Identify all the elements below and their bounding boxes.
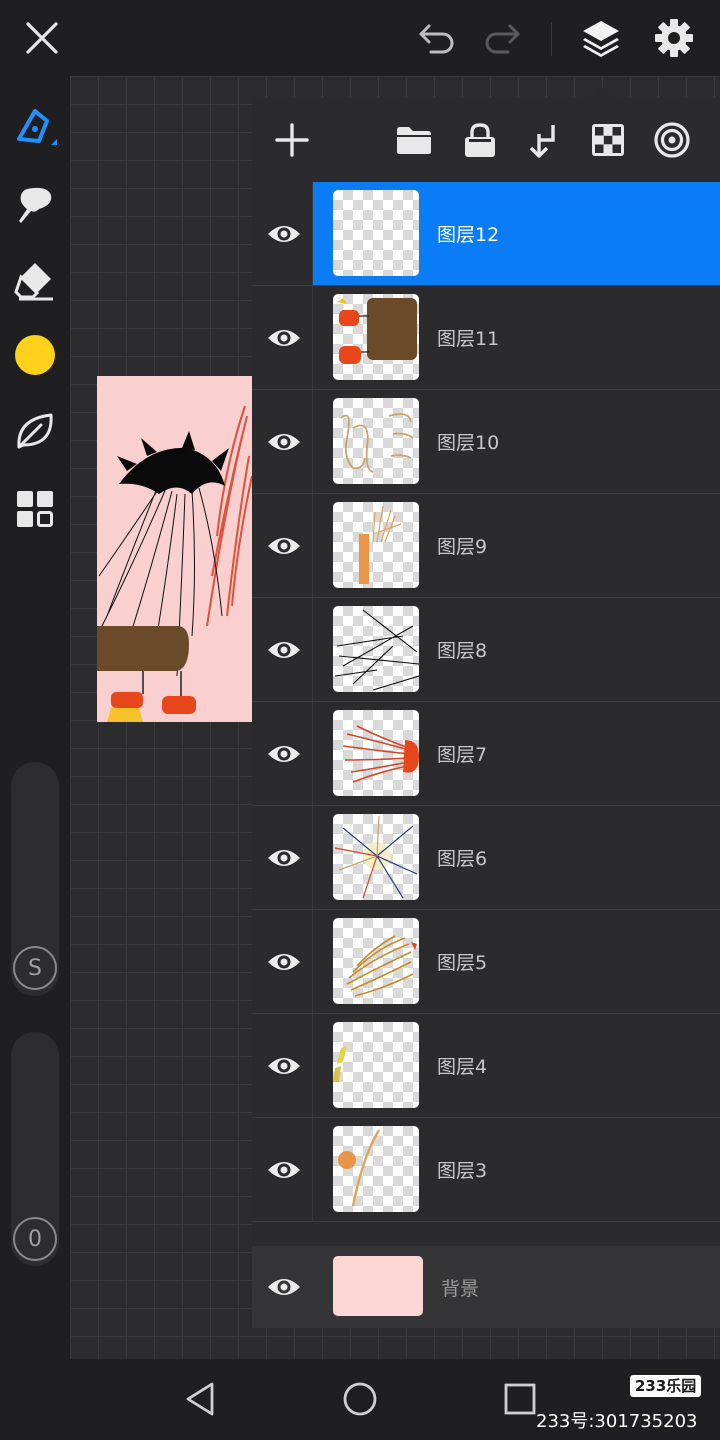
eye-icon[interactable] — [260, 834, 308, 882]
layer-name: 图层4 — [437, 1056, 488, 1078]
layer-name: 图层10 — [437, 432, 500, 454]
layer-name: 图层3 — [437, 1160, 488, 1182]
left-toolbar: S 0 — [0, 76, 70, 1359]
eye-icon[interactable] — [260, 730, 308, 778]
brush-size-slider[interactable]: S — [11, 762, 59, 996]
eraser-tool-icon[interactable] — [10, 256, 60, 306]
opacity-slider-knob[interactable]: 0 — [13, 1217, 57, 1261]
layers-list: 图层12 图层11 图层10 图层9 图层8 图层7 图层6 图层5 图层4 图层3 — [252, 182, 720, 1222]
eye-icon[interactable] — [260, 626, 308, 674]
layer-row[interactable]: 图层10 — [252, 390, 720, 494]
layer-thumbnail — [333, 294, 419, 380]
background-layer-label: 背景 — [441, 1278, 480, 1300]
layer-select-area[interactable]: 图层12 — [313, 182, 720, 285]
layer-row[interactable]: 图层8 — [252, 598, 720, 702]
home-icon[interactable] — [340, 1379, 380, 1419]
layer-thumbnail — [333, 606, 419, 692]
layers-panel: 图层12 图层11 图层10 图层9 图层8 图层7 图层6 图层5 图层4 图层3 — [252, 98, 720, 1328]
layer-select-area[interactable]: 图层7 — [313, 702, 720, 805]
redo-icon[interactable] — [478, 14, 526, 62]
background-thumbnail — [333, 1256, 423, 1316]
brush-tool-icon[interactable] — [10, 104, 60, 154]
merge-down-icon[interactable] — [522, 118, 566, 162]
eye-icon[interactable] — [260, 314, 308, 362]
layer-row[interactable]: 图层5 — [252, 910, 720, 1014]
layer-thumbnail — [333, 1022, 419, 1108]
layer-select-area[interactable]: 图层8 — [313, 598, 720, 701]
layer-select-area[interactable]: 图层3 — [313, 1118, 720, 1221]
eye-icon[interactable] — [260, 210, 308, 258]
eye-icon[interactable] — [260, 418, 308, 466]
layer-name: 图层9 — [437, 536, 488, 558]
opacity-slider[interactable]: 0 — [11, 1032, 59, 1266]
layer-name: 图层7 — [437, 744, 488, 766]
back-icon[interactable] — [180, 1379, 220, 1419]
layer-row[interactable]: 图层3 — [252, 1118, 720, 1222]
layers-icon[interactable] — [577, 14, 625, 62]
grid-menu-icon[interactable] — [10, 484, 60, 534]
layer-thumbnail — [333, 190, 419, 276]
smudge-tool-icon[interactable] — [10, 180, 60, 230]
color-picker-swatch[interactable] — [10, 330, 60, 380]
eye-icon[interactable] — [260, 1042, 308, 1090]
layer-row[interactable]: 图层6 — [252, 806, 720, 910]
layer-name: 图层12 — [437, 224, 500, 246]
layer-row[interactable]: 图层4 — [252, 1014, 720, 1118]
layer-row[interactable]: 图层9 — [252, 494, 720, 598]
layer-select-area[interactable]: 图层11 — [313, 286, 720, 389]
layer-row[interactable]: 图层12 — [252, 182, 720, 286]
layer-settings-icon[interactable] — [650, 118, 694, 162]
artwork-canvas[interactable] — [97, 376, 252, 722]
layer-row[interactable]: 图层7 — [252, 702, 720, 806]
layers-panel-toolbar — [252, 98, 720, 182]
top-bar — [0, 0, 720, 76]
toolbar-divider — [551, 22, 552, 56]
layer-select-area[interactable]: 图层10 — [313, 390, 720, 493]
layer-thumbnail — [333, 710, 419, 796]
gear-icon[interactable] — [650, 14, 698, 62]
layer-select-area[interactable]: 图层5 — [313, 910, 720, 1013]
layer-name: 图层5 — [437, 952, 488, 974]
layer-thumbnail — [333, 918, 419, 1004]
background-layer-row[interactable]: 背景 — [252, 1246, 720, 1328]
layer-row[interactable]: 图层11 — [252, 286, 720, 390]
layer-name: 图层8 — [437, 640, 488, 662]
layer-thumbnail — [333, 398, 419, 484]
layer-select-area[interactable]: 图层9 — [313, 494, 720, 597]
layer-select-area[interactable]: 图层4 — [313, 1014, 720, 1117]
eye-icon[interactable] — [260, 1146, 308, 1194]
eye-icon[interactable] — [260, 522, 308, 570]
layer-name: 图层11 — [437, 328, 500, 350]
close-icon[interactable] — [18, 14, 66, 62]
leaf-tool-icon[interactable] — [10, 406, 60, 456]
layer-thumbnail — [333, 814, 419, 900]
eye-icon[interactable] — [260, 938, 308, 986]
recents-icon[interactable] — [500, 1379, 540, 1419]
lock-icon[interactable] — [458, 118, 502, 162]
layer-thumbnail — [333, 502, 419, 588]
system-nav-bar: 233乐园 233号:301735203 — [0, 1359, 720, 1440]
layer-select-area[interactable]: 图层6 — [313, 806, 720, 909]
watermark-id: 233号:301735203 — [536, 1411, 698, 1432]
eye-icon[interactable] — [260, 1263, 308, 1311]
undo-icon[interactable] — [413, 14, 461, 62]
folder-icon[interactable] — [392, 118, 436, 162]
transparency-icon[interactable] — [586, 118, 630, 162]
layer-thumbnail — [333, 1126, 419, 1212]
watermark-logo: 233乐园 — [630, 1375, 702, 1397]
layer-name: 图层6 — [437, 848, 488, 870]
add-layer-icon[interactable] — [270, 118, 314, 162]
size-slider-knob[interactable]: S — [13, 946, 57, 990]
